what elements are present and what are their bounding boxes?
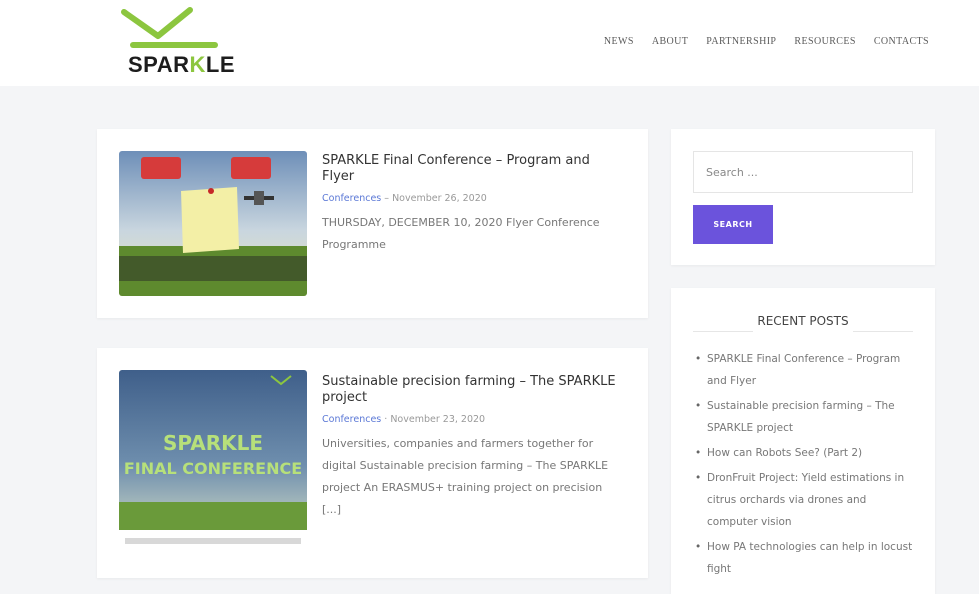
post-title[interactable]: SPARKLE Final Conference – Program and F… xyxy=(322,153,622,185)
main-nav: NEWS ABOUT PARTNERSHIP RESOURCES CONTACT… xyxy=(586,36,929,47)
list-item[interactable]: How PA technologies can help in locust f… xyxy=(693,536,915,580)
recent-posts-widget: RECENT POSTS SPARKLE Final Conference – … xyxy=(671,288,935,594)
search-widget: SEARCH xyxy=(671,129,935,265)
thumb-title-1: SPARKLE xyxy=(163,431,263,455)
recent-post-link[interactable]: How PA technologies can help in locust f… xyxy=(707,541,912,575)
search-input[interactable] xyxy=(693,151,913,193)
site-header: SPARKLE NEWS ABOUT PARTNERSHIP RESOURCES… xyxy=(0,0,979,86)
search-button[interactable]: SEARCH xyxy=(693,205,773,244)
post-title[interactable]: Sustainable precision farming – The SPAR… xyxy=(322,374,622,406)
list-item[interactable]: SPARKLE Final Conference – Program and F… xyxy=(693,348,915,392)
post-date: November 26, 2020 xyxy=(392,193,487,204)
logo-wordmark: SPARKLE xyxy=(128,52,236,77)
post-category[interactable]: Conferences xyxy=(322,193,381,204)
list-item[interactable]: DronFruit Project: Yield estimations in … xyxy=(693,467,915,533)
recent-posts-list: SPARKLE Final Conference – Program and F… xyxy=(693,348,915,583)
post-meta: Conferences · November 23, 2020 xyxy=(322,414,622,425)
post-body: Sustainable precision farming – The SPAR… xyxy=(322,374,622,521)
recent-post-link[interactable]: DronFruit Project: Yield estimations in … xyxy=(707,472,904,528)
nav-about[interactable]: ABOUT xyxy=(652,36,688,47)
post-thumbnail[interactable] xyxy=(119,151,307,296)
post-meta: Conferences – November 26, 2020 xyxy=(322,193,622,204)
recent-post-link[interactable]: How can Robots See? (Part 2) xyxy=(707,447,862,459)
logo-mark-icon xyxy=(121,7,218,48)
list-item[interactable]: How can Robots See? (Part 2) xyxy=(693,442,915,464)
post-body: SPARKLE Final Conference – Program and F… xyxy=(322,153,622,256)
recent-post-link[interactable]: SPARKLE Final Conference – Program and F… xyxy=(707,353,900,387)
post-date: November 23, 2020 xyxy=(390,414,486,425)
final-conference-image: SPARKLE FINAL CONFERENCE xyxy=(119,370,307,555)
conference-flyer-image xyxy=(119,151,307,296)
post-card: SPARKLE FINAL CONFERENCE Sustainable pre… xyxy=(97,348,648,578)
post-excerpt: THURSDAY, DECEMBER 10, 2020 Flyer Confer… xyxy=(322,216,600,251)
nav-news[interactable]: NEWS xyxy=(604,36,634,47)
meta-separator: – xyxy=(384,193,393,204)
list-item[interactable]: Sustainable precision farming – The SPAR… xyxy=(693,395,915,439)
recent-post-link[interactable]: Sustainable precision farming – The SPAR… xyxy=(707,400,895,434)
recent-posts-heading: RECENT POSTS xyxy=(693,314,913,332)
nav-resources[interactable]: RESOURCES xyxy=(794,36,855,47)
post-category[interactable]: Conferences xyxy=(322,414,381,425)
nav-partnership[interactable]: PARTNERSHIP xyxy=(706,36,776,47)
nav-contacts[interactable]: CONTACTS xyxy=(874,36,929,47)
post-excerpt: Universities, companies and farmers toge… xyxy=(322,437,609,516)
site-logo[interactable]: SPARKLE xyxy=(118,6,235,77)
post-card: SPARKLE Final Conference – Program and F… xyxy=(97,129,648,318)
post-thumbnail[interactable]: SPARKLE FINAL CONFERENCE xyxy=(119,370,307,555)
thumb-title-2: FINAL CONFERENCE xyxy=(124,459,302,478)
